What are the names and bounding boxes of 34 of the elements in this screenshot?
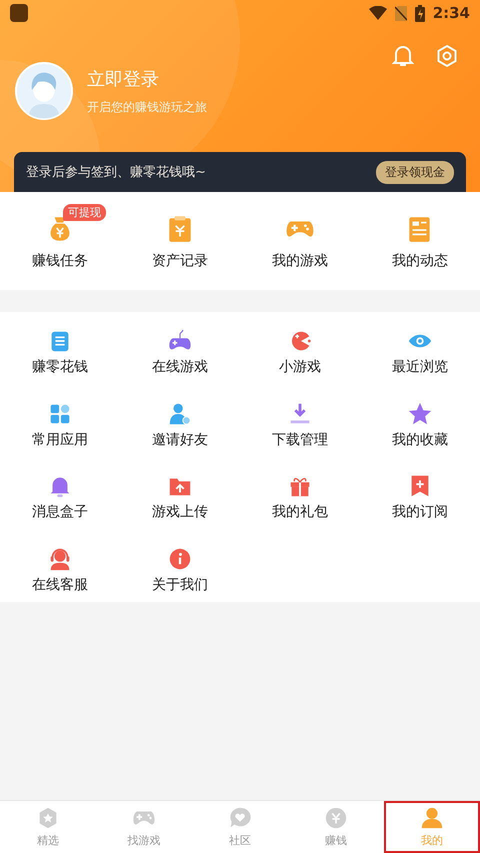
- wifi-icon: [368, 6, 387, 20]
- menu-item-label[interactable]: 我的游戏: [272, 252, 328, 270]
- chat-icon: [228, 806, 252, 830]
- tool-item-label[interactable]: 下载管理: [272, 430, 328, 448]
- avatar[interactable]: [15, 62, 73, 120]
- tool-item-label[interactable]: 消息盒子: [32, 503, 88, 521]
- tool-item-label[interactable]: 我的礼包: [272, 503, 328, 521]
- coin-icon: [324, 806, 348, 830]
- tool-item-label[interactable]: 常用应用: [32, 430, 88, 448]
- login-subtitle: 开启您的赚钱游玩之旅: [87, 98, 207, 116]
- tool-item-label[interactable]: 关于我们: [152, 576, 208, 594]
- banner-text: 登录后参与签到、赚零花钱哦~: [26, 164, 206, 181]
- menu-item-label[interactable]: 我的动态: [392, 252, 448, 270]
- star-icon[interactable]: [407, 400, 433, 426]
- tool-item-label[interactable]: 最近浏览: [392, 358, 448, 376]
- menu-item-label[interactable]: 资产记录: [152, 252, 208, 270]
- bell-icon[interactable]: [392, 44, 414, 68]
- tool-item-label[interactable]: 游戏上传: [152, 503, 208, 521]
- tool-item-label[interactable]: 在线客服: [32, 576, 88, 594]
- battery-icon: [414, 4, 425, 22]
- tool-item-label[interactable]: 我的收藏: [392, 430, 448, 448]
- user-icon: [420, 806, 444, 830]
- login-cash-button[interactable]: 登录领现金: [376, 160, 454, 184]
- tool-item-label[interactable]: 小游戏: [279, 358, 321, 376]
- tool-item-label[interactable]: 在线游戏: [152, 358, 208, 376]
- no-sim-icon: [394, 6, 407, 20]
- status-time: 2:34: [432, 4, 470, 22]
- settings-icon[interactable]: [436, 44, 458, 68]
- tool-item-label[interactable]: 赚零花钱: [32, 358, 88, 376]
- menu-item-label[interactable]: 赚钱任务: [32, 252, 88, 270]
- app-icon: [10, 4, 28, 22]
- tool-item-label[interactable]: 邀请好友: [152, 430, 208, 448]
- withdraw-badge: 可提现: [63, 204, 106, 221]
- tool-item-label[interactable]: 我的订阅: [392, 503, 448, 521]
